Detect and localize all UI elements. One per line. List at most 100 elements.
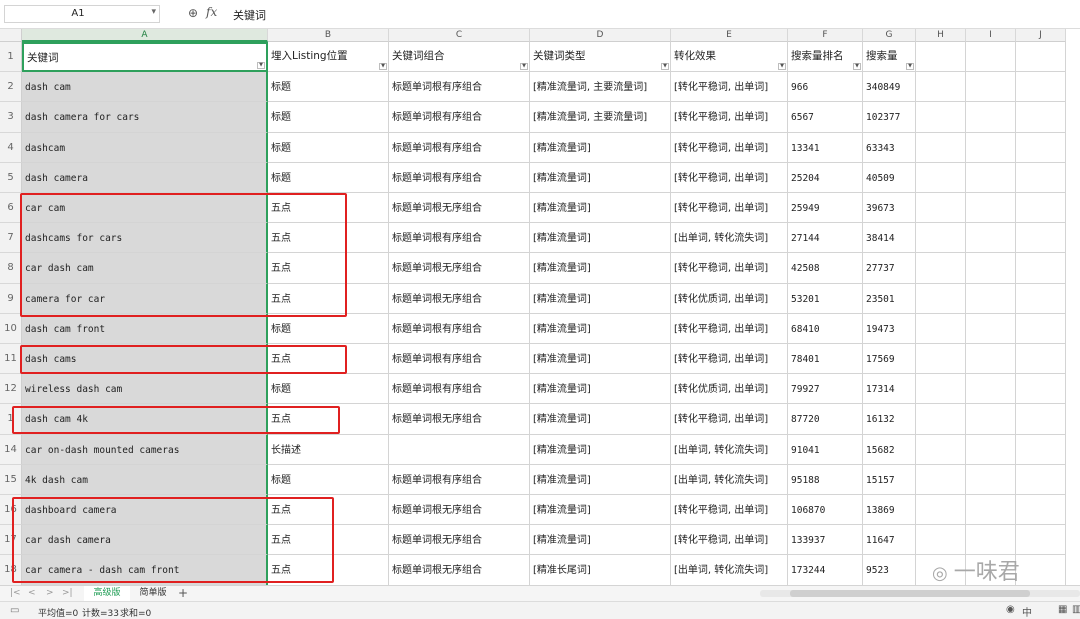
table-cell[interactable] bbox=[916, 162, 966, 193]
table-cell[interactable]: [精准流量词] bbox=[530, 374, 671, 405]
column-header-h[interactable]: H bbox=[916, 29, 966, 42]
row-header[interactable]: 1 bbox=[0, 404, 22, 435]
table-cell[interactable]: dash cams bbox=[22, 344, 268, 375]
table-cell[interactable]: 102377 bbox=[863, 102, 916, 133]
table-cell[interactable] bbox=[966, 193, 1016, 224]
table-cell[interactable]: 标题 bbox=[268, 162, 389, 193]
table-cell[interactable]: 106870 bbox=[788, 495, 863, 526]
table-cell[interactable]: car dash camera bbox=[22, 525, 268, 556]
table-cell[interactable]: 27144 bbox=[788, 223, 863, 254]
table-cell[interactable] bbox=[1016, 193, 1066, 224]
column-header-e[interactable]: E bbox=[671, 29, 788, 42]
table-cell[interactable]: 标题单词根无序组合 bbox=[389, 283, 530, 314]
header-cell[interactable] bbox=[966, 42, 1016, 73]
view-eye-icon[interactable]: ◉ bbox=[1006, 604, 1015, 615]
header-cell[interactable]: 搜索量 ▼ bbox=[863, 42, 916, 73]
table-cell[interactable]: dash cam 4k bbox=[22, 404, 268, 435]
table-cell[interactable]: dash camera bbox=[22, 162, 268, 193]
table-cell[interactable]: 87720 bbox=[788, 404, 863, 435]
table-cell[interactable]: [精准流量词, 主要流量词] bbox=[530, 72, 671, 103]
table-cell[interactable] bbox=[966, 464, 1016, 495]
table-cell[interactable]: 标题单词根有序组合 bbox=[389, 313, 530, 344]
table-cell[interactable] bbox=[1016, 495, 1066, 526]
table-cell[interactable]: 标题 bbox=[268, 72, 389, 103]
table-cell[interactable] bbox=[1016, 313, 1066, 344]
row-header[interactable]: 2 bbox=[0, 72, 22, 103]
table-cell[interactable] bbox=[916, 72, 966, 103]
table-cell[interactable]: dash camera for cars bbox=[22, 102, 268, 133]
row-header[interactable]: 1 bbox=[0, 42, 22, 73]
table-cell[interactable] bbox=[916, 344, 966, 375]
row-header[interactable]: 3 bbox=[0, 102, 22, 133]
row-header[interactable]: 18 bbox=[0, 555, 22, 585]
table-cell[interactable] bbox=[1016, 102, 1066, 133]
header-cell[interactable]: 转化效果 ▼ bbox=[671, 42, 788, 73]
table-cell[interactable]: [精准流量词] bbox=[530, 495, 671, 526]
table-cell[interactable]: [转化平稳词, 出单词] bbox=[671, 344, 788, 375]
table-cell[interactable]: 13341 bbox=[788, 132, 863, 163]
table-cell[interactable]: 标题单词根无序组合 bbox=[389, 525, 530, 556]
table-cell[interactable]: 91041 bbox=[788, 434, 863, 465]
table-cell[interactable] bbox=[1016, 72, 1066, 103]
table-cell[interactable] bbox=[916, 283, 966, 314]
table-cell[interactable]: 标题 bbox=[268, 464, 389, 495]
table-cell[interactable]: 133937 bbox=[788, 525, 863, 556]
table-cell[interactable] bbox=[1016, 525, 1066, 556]
table-cell[interactable] bbox=[1016, 283, 1066, 314]
table-cell[interactable]: 95188 bbox=[788, 464, 863, 495]
table-cell[interactable] bbox=[916, 193, 966, 224]
table-cell[interactable] bbox=[966, 132, 1016, 163]
table-cell[interactable]: 79927 bbox=[788, 374, 863, 405]
table-cell[interactable]: [转化平稳词, 出单词] bbox=[671, 495, 788, 526]
filter-dropdown-icon[interactable]: ▼ bbox=[661, 63, 669, 71]
table-cell[interactable] bbox=[966, 72, 1016, 103]
table-cell[interactable]: dash cam bbox=[22, 72, 268, 103]
table-cell[interactable] bbox=[389, 434, 530, 465]
table-cell[interactable]: 标题 bbox=[268, 313, 389, 344]
row-header[interactable]: 7 bbox=[0, 223, 22, 254]
table-cell[interactable]: 标题单词根有序组合 bbox=[389, 374, 530, 405]
table-cell[interactable] bbox=[1016, 464, 1066, 495]
normal-view-icon[interactable]: ▦ bbox=[1058, 604, 1067, 615]
table-cell[interactable]: 标题单词根有序组合 bbox=[389, 132, 530, 163]
table-cell[interactable]: [转化平稳词, 出单词] bbox=[671, 525, 788, 556]
table-cell[interactable]: 42508 bbox=[788, 253, 863, 284]
row-header[interactable]: 12 bbox=[0, 374, 22, 405]
table-cell[interactable]: 17569 bbox=[863, 344, 916, 375]
table-cell[interactable]: 五点 bbox=[268, 283, 389, 314]
table-cell[interactable]: wireless dash cam bbox=[22, 374, 268, 405]
table-cell[interactable] bbox=[916, 464, 966, 495]
table-cell[interactable]: 标题单词根有序组合 bbox=[389, 162, 530, 193]
filter-dropdown-icon[interactable]: ▼ bbox=[520, 63, 528, 71]
table-cell[interactable]: [精准流量词] bbox=[530, 283, 671, 314]
row-header[interactable]: 9 bbox=[0, 283, 22, 314]
table-cell[interactable]: 16132 bbox=[863, 404, 916, 435]
add-sheet-button[interactable]: + bbox=[178, 586, 188, 600]
table-cell[interactable]: [出单词, 转化流失词] bbox=[671, 223, 788, 254]
table-cell[interactable]: 五点 bbox=[268, 404, 389, 435]
table-cell[interactable]: 63343 bbox=[863, 132, 916, 163]
table-cell[interactable]: 19473 bbox=[863, 313, 916, 344]
column-header-b[interactable]: B bbox=[268, 29, 389, 42]
filter-dropdown-icon[interactable]: ▼ bbox=[906, 63, 914, 71]
table-cell[interactable]: 标题单词根无序组合 bbox=[389, 253, 530, 284]
table-cell[interactable]: 23501 bbox=[863, 283, 916, 314]
table-cell[interactable] bbox=[916, 495, 966, 526]
table-cell[interactable]: [精准流量词] bbox=[530, 434, 671, 465]
table-cell[interactable] bbox=[916, 132, 966, 163]
table-cell[interactable]: 39673 bbox=[863, 193, 916, 224]
row-header[interactable]: 11 bbox=[0, 344, 22, 375]
table-cell[interactable]: [转化平稳词, 出单词] bbox=[671, 162, 788, 193]
table-cell[interactable]: 五点 bbox=[268, 253, 389, 284]
table-cell[interactable]: 标题单词根有序组合 bbox=[389, 223, 530, 254]
column-header-g[interactable]: G bbox=[863, 29, 916, 42]
column-header-a[interactable]: A bbox=[22, 29, 268, 42]
table-cell[interactable] bbox=[966, 313, 1016, 344]
table-cell[interactable] bbox=[966, 344, 1016, 375]
last-sheet-icon[interactable]: >| bbox=[62, 588, 73, 598]
table-cell[interactable]: dashcams for cars bbox=[22, 223, 268, 254]
select-all-corner[interactable] bbox=[0, 29, 22, 42]
table-cell[interactable]: car on-dash mounted cameras bbox=[22, 434, 268, 465]
formula-input[interactable]: 关键词 bbox=[233, 7, 266, 23]
table-cell[interactable] bbox=[916, 404, 966, 435]
